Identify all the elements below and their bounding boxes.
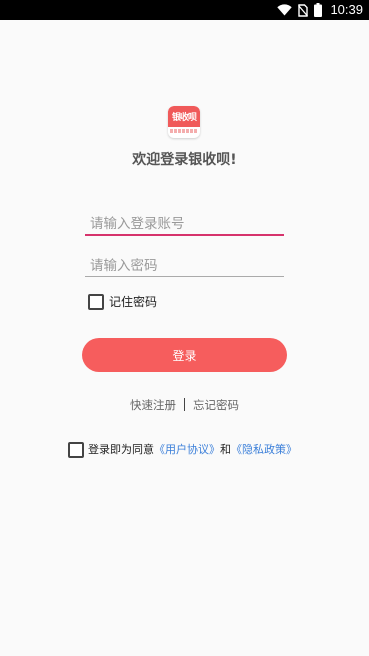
logo-subtext <box>170 129 198 133</box>
agreement-prefix: 登录即为同意 <box>88 443 154 456</box>
logo-text: 银收呗 <box>171 113 197 123</box>
register-link[interactable]: 快速注册 <box>130 398 176 412</box>
no-sim-icon <box>298 3 309 17</box>
password-input[interactable] <box>85 255 284 277</box>
user-agreement-link[interactable]: 《用户协议》 <box>154 443 220 456</box>
agreement-and: 和 <box>220 443 231 456</box>
agreement-text: 登录即为同意《用户协议》和《隐私政策》 <box>88 442 297 458</box>
app-logo: 银收呗 <box>168 106 200 138</box>
auth-links: 快速注册 忘记密码 <box>0 397 369 413</box>
link-divider <box>184 398 185 411</box>
account-input[interactable] <box>85 214 284 236</box>
login-button[interactable]: 登录 <box>82 338 287 372</box>
battery-icon <box>314 3 323 17</box>
status-clock: 10:39 <box>330 2 363 17</box>
status-bar: 10:39 <box>0 0 369 20</box>
forgot-password-link[interactable]: 忘记密码 <box>193 398 239 412</box>
status-icons: 10:39 <box>277 0 363 20</box>
remember-password-checkbox[interactable] <box>88 294 104 310</box>
remember-password-label[interactable]: 记住密码 <box>109 294 157 310</box>
privacy-policy-link[interactable]: 《隐私政策》 <box>231 443 297 456</box>
agree-terms-checkbox[interactable] <box>68 442 84 458</box>
wifi-icon <box>277 4 293 16</box>
welcome-title: 欢迎登录银收呗! <box>132 152 237 168</box>
